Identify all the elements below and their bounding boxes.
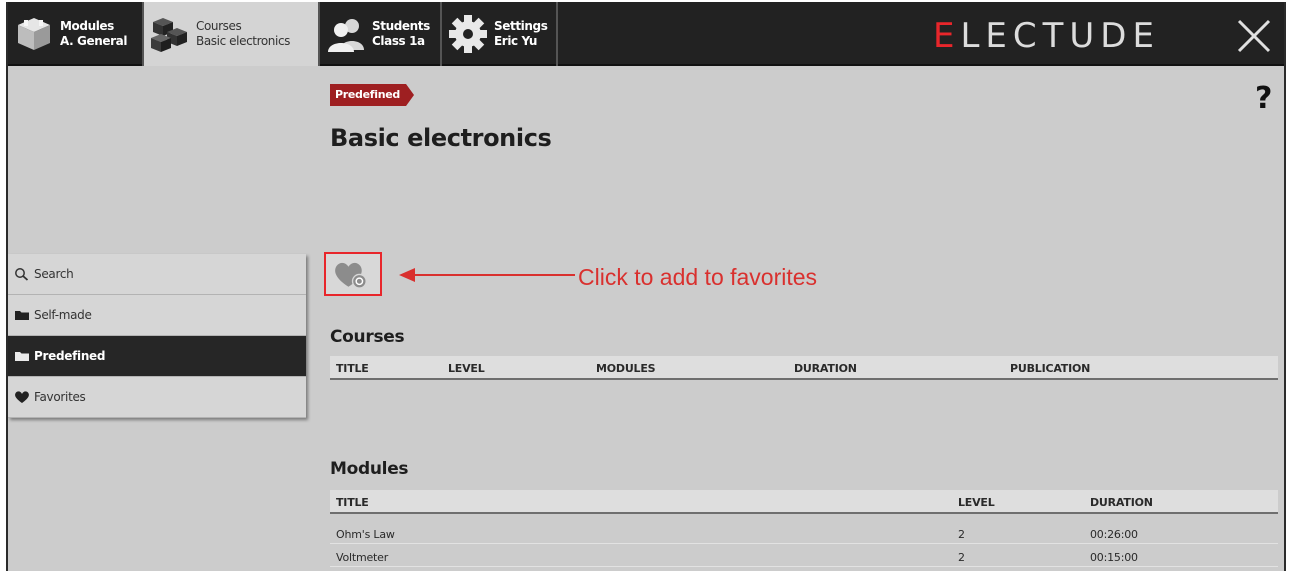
tab-modules-sublabel: A. General bbox=[60, 34, 128, 48]
tab-students-label: Students bbox=[372, 19, 430, 33]
gear-icon bbox=[449, 15, 487, 53]
logo-rest: LECTUDE bbox=[960, 16, 1160, 56]
sidebar-item-predefined[interactable]: Predefined bbox=[8, 336, 306, 377]
tab-courses-sublabel: Basic electronics bbox=[196, 34, 290, 48]
sidebar-item-label: Predefined bbox=[34, 349, 106, 363]
cell-level: 2 bbox=[958, 528, 965, 541]
students-icon bbox=[328, 19, 364, 52]
add-to-favorites-button[interactable] bbox=[324, 252, 382, 296]
courses-cubes-icon bbox=[151, 18, 187, 52]
tab-modules[interactable]: Modules A. General bbox=[8, 2, 142, 66]
sidebar: Search Self-made Predefined Favorites bbox=[8, 254, 306, 418]
heart-plus-icon bbox=[335, 262, 367, 289]
cell-duration: 00:15:00 bbox=[1090, 551, 1138, 564]
folder-icon bbox=[15, 352, 29, 361]
modules-table-header: TITLE LEVEL DURATION bbox=[330, 490, 1278, 514]
tab-students[interactable]: Students Class 1a bbox=[320, 2, 440, 66]
cell-title: Voltmeter bbox=[336, 551, 389, 564]
column-header-title[interactable]: TITLE bbox=[336, 496, 369, 509]
column-header-publication[interactable]: PUBLICATION bbox=[1010, 362, 1090, 375]
column-header-level[interactable]: LEVEL bbox=[958, 496, 995, 509]
tab-settings[interactable]: Settings Eric Yu bbox=[442, 2, 556, 66]
close-icon[interactable] bbox=[1234, 16, 1274, 56]
heart-icon bbox=[15, 391, 29, 403]
tab-settings-sublabel: Eric Yu bbox=[494, 34, 538, 48]
tab-students-sublabel: Class 1a bbox=[372, 34, 425, 48]
courses-table-header: TITLE LEVEL MODULES DURATION PUBLICATION bbox=[330, 356, 1278, 380]
help-button[interactable]: ? bbox=[1255, 81, 1272, 116]
modules-section-title: Modules bbox=[330, 459, 409, 479]
cell-level: 2 bbox=[958, 551, 965, 564]
folder-icon bbox=[15, 311, 29, 320]
page-title: Basic electronics bbox=[330, 124, 552, 152]
column-header-level[interactable]: LEVEL bbox=[448, 362, 485, 375]
sidebar-item-label: Self-made bbox=[34, 308, 92, 322]
app-window: Modules A. General Courses Basic electro… bbox=[6, 2, 1286, 571]
sidebar-item-favorites[interactable]: Favorites bbox=[8, 377, 306, 418]
sidebar-item-search[interactable]: Search bbox=[8, 254, 306, 295]
cell-duration: 00:26:00 bbox=[1090, 528, 1138, 541]
column-header-duration[interactable]: DURATION bbox=[794, 362, 857, 375]
table-row[interactable]: Ohm's Law 2 00:26:00 bbox=[330, 524, 1278, 544]
table-row[interactable]: Voltmeter 2 00:15:00 bbox=[330, 547, 1278, 567]
sidebar-item-label: Search bbox=[34, 267, 74, 281]
tab-settings-label: Settings bbox=[494, 19, 548, 33]
logo-first-letter: E bbox=[933, 16, 961, 56]
search-icon bbox=[15, 268, 29, 281]
column-header-duration[interactable]: DURATION bbox=[1090, 496, 1153, 509]
modules-cube-icon bbox=[18, 18, 50, 50]
cell-title: Ohm's Law bbox=[336, 528, 395, 541]
tab-divider bbox=[556, 2, 558, 66]
sidebar-item-label: Favorites bbox=[34, 390, 86, 404]
tab-courses[interactable]: Courses Basic electronics bbox=[144, 2, 318, 66]
annotation-callout: Click to add to favorites bbox=[578, 264, 818, 290]
tab-courses-label: Courses bbox=[196, 19, 242, 33]
electude-logo: ELECTUDE bbox=[933, 16, 1160, 56]
column-header-title[interactable]: TITLE bbox=[336, 362, 369, 375]
annotation-arrow-icon bbox=[399, 268, 575, 282]
top-navigation-bar: Modules A. General Courses Basic electro… bbox=[8, 2, 1284, 66]
tab-modules-label: Modules bbox=[60, 19, 114, 33]
courses-section-title: Courses bbox=[330, 327, 405, 347]
column-header-modules[interactable]: MODULES bbox=[596, 362, 656, 375]
sidebar-item-self-made[interactable]: Self-made bbox=[8, 295, 306, 336]
predefined-badge: Predefined bbox=[330, 84, 414, 106]
